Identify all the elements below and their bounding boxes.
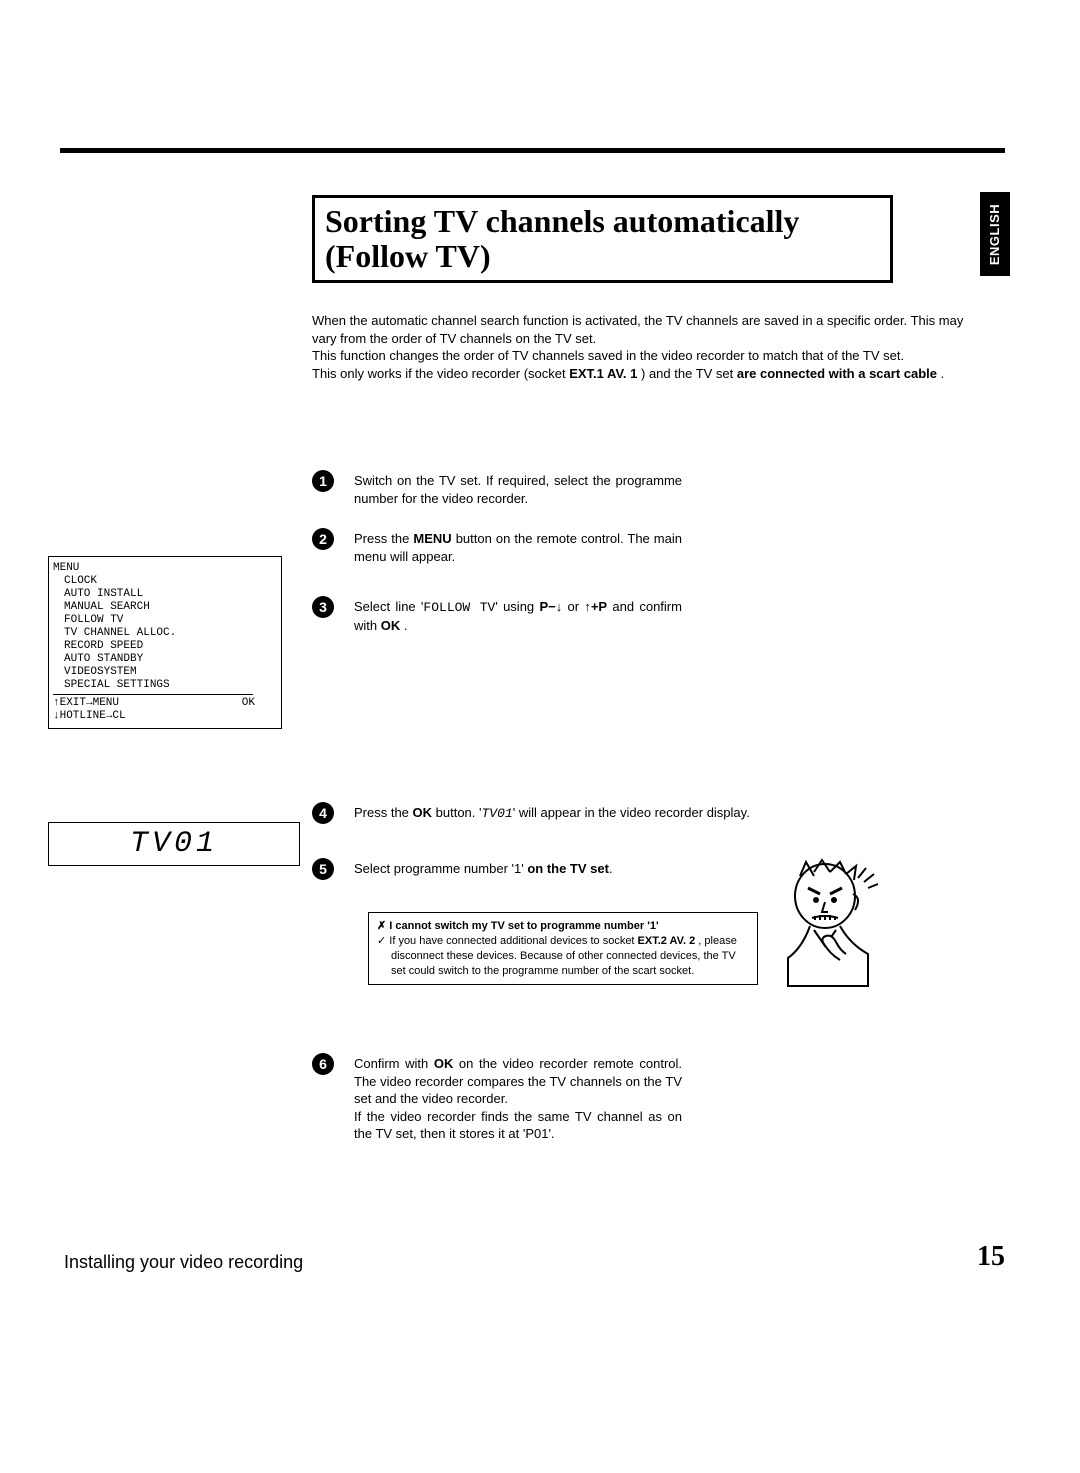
page-title: Sorting TV channels automatically (Follo…	[312, 195, 893, 283]
intro-p3: This only works if the video recorder (s…	[312, 365, 972, 383]
step-1-text: Switch on the TV set. If required, selec…	[354, 472, 682, 507]
footer-section-title: Installing your video recording	[64, 1252, 303, 1273]
step-6-text: Confirm with OK on the video recorder re…	[354, 1055, 682, 1143]
menu-item: FOLLOW TV	[64, 614, 277, 627]
step-4-text: Press the OK button. 'TV01' will appear …	[354, 804, 782, 823]
menu-item: RECORD SPEED	[64, 640, 277, 653]
step-6: 6 Confirm with OK on the video recorder …	[312, 1055, 682, 1143]
step-number-5: 5	[312, 858, 334, 880]
top-rule	[60, 148, 1005, 153]
display-screen: TV01	[48, 822, 300, 866]
step-number-1: 1	[312, 470, 334, 492]
step-5-text: Select programme number '1' on the TV se…	[354, 860, 782, 878]
intro-p2: This function changes the order of TV ch…	[312, 347, 972, 365]
step-number-3: 3	[312, 596, 334, 618]
menu-item: TV CHANNEL ALLOC.	[64, 627, 277, 640]
step-2: 2 Press the MENU button on the remote co…	[312, 530, 682, 565]
step-3: 3 Select line 'FOLLOW TV' using P−↓ or ↑…	[312, 598, 682, 634]
menu-footer-2: ↓HOTLINE→CL	[53, 710, 277, 723]
menu-item: CLOCK	[64, 575, 277, 588]
cartoon-icon	[770, 858, 885, 988]
step-number-6: 6	[312, 1053, 334, 1075]
menu-footer-1: ↑EXIT→MENU OK	[53, 697, 255, 710]
step-number-2: 2	[312, 528, 334, 550]
page-number: 15	[977, 1241, 1005, 1273]
check-icon: ✓	[377, 935, 386, 947]
language-tab-text: ENGLISH	[988, 203, 1003, 264]
display-text: TV01	[130, 827, 218, 861]
intro-p1: When the automatic channel search functi…	[312, 312, 972, 347]
step-3-text: Select line 'FOLLOW TV' using P−↓ or ↑+P…	[354, 598, 682, 634]
step-2-text: Press the MENU button on the remote cont…	[354, 530, 682, 565]
step-4: 4 Press the OK button. 'TV01' will appea…	[312, 804, 782, 823]
menu-item: AUTO STANDBY	[64, 653, 277, 666]
step-number-4: 4	[312, 802, 334, 824]
language-tab: ENGLISH	[980, 192, 1010, 276]
menu-item: VIDEOSYSTEM	[64, 666, 277, 679]
menu-item: MANUAL SEARCH	[64, 601, 277, 614]
intro-block: When the automatic channel search functi…	[312, 312, 972, 382]
menu-item: AUTO INSTALL	[64, 588, 277, 601]
note-title: ✗ I cannot switch my TV set to programme…	[377, 919, 749, 934]
menu-item: SPECIAL SETTINGS	[64, 679, 277, 692]
note-body: ✓ If you have connected additional devic…	[391, 934, 749, 979]
x-icon: ✗	[377, 920, 386, 932]
menu-rule	[53, 694, 253, 695]
menu-screen: MENU CLOCK AUTO INSTALL MANUAL SEARCH FO…	[48, 556, 282, 729]
note-box: ✗ I cannot switch my TV set to programme…	[368, 912, 758, 985]
menu-title: MENU	[53, 562, 277, 575]
step-5: 5 Select programme number '1' on the TV …	[312, 860, 782, 878]
step-1: 1 Switch on the TV set. If required, sel…	[312, 472, 682, 507]
